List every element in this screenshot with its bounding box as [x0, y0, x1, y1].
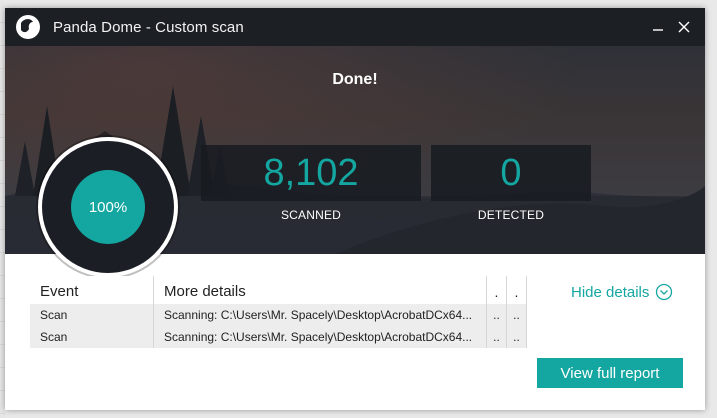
hide-details-link[interactable]: Hide details — [571, 283, 673, 301]
detected-count: 0 — [431, 145, 591, 201]
row-col-b: .. — [507, 304, 527, 326]
table-header: Event More details . . — [30, 276, 527, 304]
scan-status-heading: Done! — [332, 71, 378, 88]
row-event: Scan — [30, 304, 154, 326]
hide-details-label: Hide details — [571, 283, 650, 301]
column-header-more-details[interactable]: More details — [154, 276, 487, 304]
row-event: Scan — [30, 326, 154, 348]
row-details: Scanning: C:\Users\Mr. Spacely\Desktop\A… — [154, 326, 487, 348]
progress-ring: 100% — [38, 137, 178, 277]
panda-logo-icon — [15, 14, 41, 40]
scanned-count: 8,102 — [201, 145, 421, 201]
column-header-a[interactable]: . — [487, 276, 507, 304]
scanned-label: SCANNED — [280, 208, 342, 222]
detected-label: DETECTED — [477, 208, 545, 222]
row-col-a: .. — [487, 326, 507, 348]
minimize-button[interactable] — [648, 17, 668, 37]
column-header-b[interactable]: . — [507, 276, 527, 304]
close-icon — [678, 21, 690, 33]
progress-percentage: 100% — [71, 170, 145, 244]
column-header-event[interactable]: Event — [30, 276, 154, 304]
chevron-down-circle-icon — [655, 283, 673, 301]
minimize-icon — [653, 29, 663, 31]
close-button[interactable] — [674, 17, 694, 37]
table-row[interactable]: Scan Scanning: C:\Users\Mr. Spacely\Desk… — [30, 304, 527, 326]
row-details: Scanning: C:\Users\Mr. Spacely\Desktop\A… — [154, 304, 487, 326]
window-title: Panda Dome - Custom scan — [53, 18, 244, 36]
table-row[interactable]: Scan Scanning: C:\Users\Mr. Spacely\Desk… — [30, 326, 527, 348]
scan-window: Panda Dome - Custom scan Done! 8,102 0 S… — [5, 8, 705, 410]
view-full-report-button[interactable]: View full report — [537, 358, 683, 388]
title-bar[interactable]: Panda Dome - Custom scan — [5, 8, 705, 46]
row-col-a: .. — [487, 304, 507, 326]
scan-details-table: Event More details . . Scan Scanning: C:… — [30, 276, 527, 348]
row-col-b: .. — [507, 326, 527, 348]
